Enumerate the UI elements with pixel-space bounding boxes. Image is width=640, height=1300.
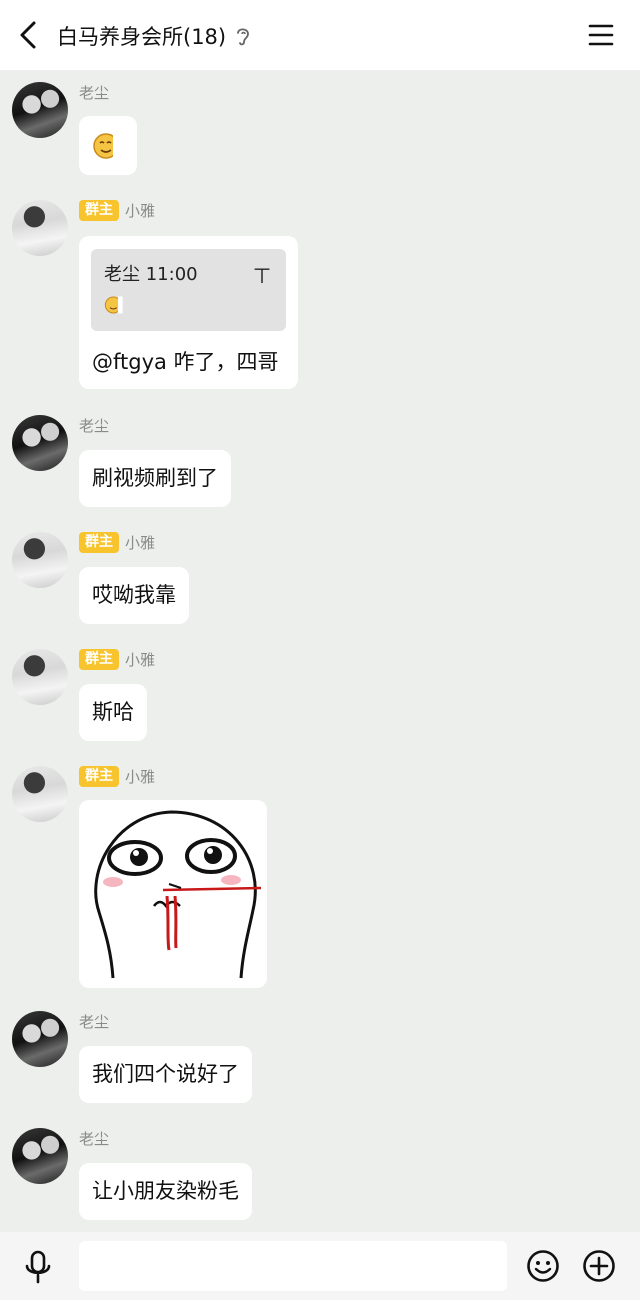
sender-name: 小雅: [125, 650, 156, 669]
sender-row: 老尘: [79, 1010, 109, 1032]
sender-row: 老尘: [79, 81, 109, 103]
sender-name: 小雅: [125, 201, 156, 220]
emoji-icon: [93, 133, 120, 159]
message-text: 我们四个说好了: [92, 1062, 239, 1086]
message-text: 刷视频刷到了: [92, 466, 218, 490]
sender-name: 老尘: [79, 83, 110, 102]
sender-name: 老尘: [79, 1129, 110, 1148]
avatar[interactable]: [12, 532, 68, 588]
avatar[interactable]: [12, 82, 68, 138]
chat-title-area[interactable]: 白马养身会所(18): [57, 20, 252, 52]
sender-row: 群主 小雅: [79, 648, 155, 670]
pin-top-icon: ㄒ: [253, 266, 271, 287]
owner-badge: 群主: [79, 199, 119, 221]
message-text: 斯哈: [92, 700, 134, 724]
quote-header: 老尘 11:00: [104, 264, 198, 285]
sticker-bubble[interactable]: [79, 800, 267, 988]
emoji-bubble[interactable]: [79, 116, 137, 175]
message-bubble[interactable]: 让小朋友染粉毛: [79, 1163, 252, 1220]
message-bubble[interactable]: 哎呦我靠: [79, 567, 189, 624]
message-item: 群主 小雅 斯哈: [0, 637, 640, 749]
chat-header: 白马养身会所(18): [0, 0, 640, 70]
sender-row: 老尘: [79, 1127, 109, 1149]
sender-row: 群主 小雅: [79, 765, 155, 787]
avatar[interactable]: [12, 1128, 68, 1184]
chat-title: 白马养身会所(18): [57, 25, 227, 49]
message-item: 老尘 我们四个说好了: [0, 999, 640, 1111]
message-bubble[interactable]: 刷视频刷到了: [79, 450, 231, 507]
emoji-button[interactable]: [526, 1249, 560, 1283]
sender-name: 老尘: [79, 416, 110, 435]
message-text: @ftgya 咋了，四哥: [92, 350, 279, 374]
message-item: 老尘 刷视频刷到了: [0, 403, 640, 515]
add-more-button[interactable]: [582, 1249, 616, 1283]
avatar[interactable]: [12, 649, 68, 705]
message-bubble[interactable]: 斯哈: [79, 684, 147, 741]
ear-icon: [237, 28, 250, 46]
sender-name: 小雅: [125, 767, 156, 786]
avatar[interactable]: [12, 200, 68, 256]
owner-badge: 群主: [79, 648, 119, 670]
sender-row: 老尘: [79, 414, 109, 436]
message-bubble[interactable]: 我们四个说好了: [79, 1046, 252, 1103]
message-item: 群主 小雅 哎呦我靠: [0, 520, 640, 632]
avatar[interactable]: [12, 766, 68, 822]
back-button[interactable]: [14, 18, 44, 52]
nosebleed-sticker: [94, 810, 262, 979]
message-item: 群主 小雅 老尘 11:00 ㄒ @ftgya 咋了，四哥: [0, 188, 640, 398]
sender-row: 群主 小雅: [79, 199, 155, 221]
microphone-button[interactable]: [22, 1249, 54, 1285]
quoted-message[interactable]: 老尘 11:00 ㄒ: [91, 249, 286, 331]
sender-name: 老尘: [79, 1012, 110, 1031]
menu-button[interactable]: [588, 22, 614, 48]
avatar[interactable]: [12, 1011, 68, 1067]
message-text: 哎呦我靠: [92, 583, 176, 607]
input-bar: [0, 1232, 640, 1300]
message-item: 老尘: [0, 70, 640, 188]
sender-row: 群主 小雅: [79, 531, 155, 553]
message-list[interactable]: 老尘 群主 小雅 老尘 11:00 ㄒ @ftgya 咋了，四哥 老尘 刷视频刷…: [0, 70, 640, 1232]
avatar[interactable]: [12, 415, 68, 471]
message-item: 老尘 让小朋友染粉毛: [0, 1116, 640, 1228]
owner-badge: 群主: [79, 765, 119, 787]
owner-badge: 群主: [79, 531, 119, 553]
message-input[interactable]: [79, 1241, 507, 1291]
message-text: 让小朋友染粉毛: [92, 1179, 239, 1203]
message-item: 群主 小雅: [0, 754, 640, 994]
sender-name: 小雅: [125, 533, 156, 552]
quote-message-bubble[interactable]: 老尘 11:00 ㄒ @ftgya 咋了，四哥: [79, 236, 298, 389]
emoji-icon: [104, 296, 123, 314]
